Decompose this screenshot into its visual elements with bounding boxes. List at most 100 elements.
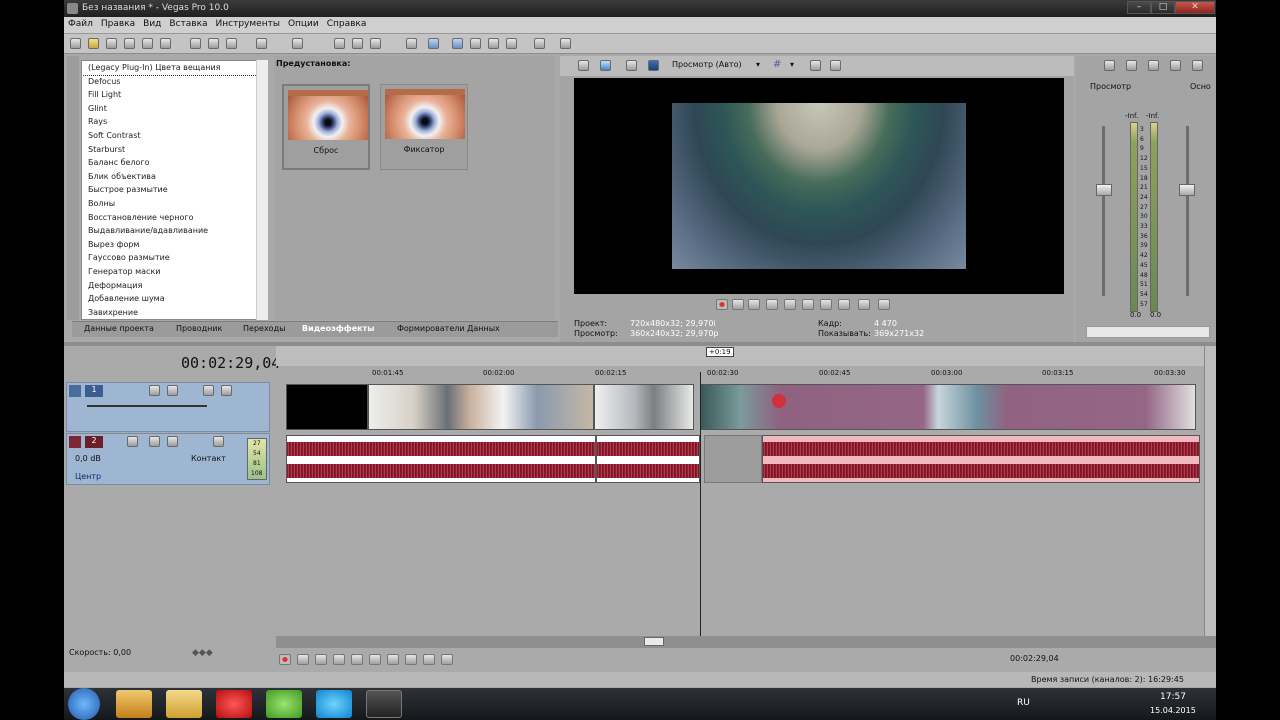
video-clip[interactable] xyxy=(594,384,694,430)
video-clip[interactable] xyxy=(700,384,1196,430)
audio-clip[interactable] xyxy=(596,435,700,483)
go-to-start-icon[interactable] xyxy=(820,299,832,310)
fader-knob-left[interactable] xyxy=(1096,184,1112,196)
new-icon[interactable] xyxy=(70,38,81,49)
preset-reset[interactable]: Сброс xyxy=(282,84,370,170)
loop-icon[interactable] xyxy=(297,654,309,665)
previous-frame-icon[interactable] xyxy=(423,654,435,665)
fx-item[interactable]: Быстрое размытие xyxy=(82,183,267,197)
speaker-icon[interactable] xyxy=(1192,60,1203,71)
tab-project-media[interactable]: Данные проекта xyxy=(84,324,154,333)
normal-edit-tool-icon[interactable] xyxy=(428,38,439,49)
explorer-icon[interactable] xyxy=(166,690,202,718)
envelope-tool-icon[interactable] xyxy=(452,38,463,49)
stop-icon[interactable] xyxy=(802,299,814,310)
fx-item[interactable]: Fill Light xyxy=(82,88,267,102)
mute-icon[interactable] xyxy=(213,436,224,447)
play-icon[interactable] xyxy=(766,299,778,310)
copy-icon[interactable] xyxy=(208,38,219,49)
audio-clip[interactable] xyxy=(286,435,596,483)
maximize-button[interactable]: □ xyxy=(1151,1,1175,14)
time-ruler[interactable]: 00:01:45 00:02:00 00:02:15 00:02:30 00:0… xyxy=(284,367,1204,381)
selection-tool-icon[interactable] xyxy=(470,38,481,49)
marker-bar[interactable]: +0:19 xyxy=(276,346,1204,366)
help-icon[interactable] xyxy=(560,38,571,49)
zoom-in-icon[interactable] xyxy=(506,38,517,49)
save-snapshot-icon[interactable] xyxy=(830,60,841,71)
clock-time[interactable]: 17:57 xyxy=(1160,692,1186,702)
fx-list-scrollbar[interactable] xyxy=(256,60,268,320)
save-as-icon[interactable] xyxy=(124,38,135,49)
fx-item[interactable]: Starburst xyxy=(82,143,267,157)
mute-icon[interactable] xyxy=(203,385,214,396)
fx-item[interactable]: Блик объектива xyxy=(82,170,267,184)
mixer-icon[interactable] xyxy=(1104,60,1115,71)
menu-options[interactable]: Опции xyxy=(284,17,323,31)
external-monitor-icon[interactable] xyxy=(600,60,611,71)
next-frame-icon[interactable] xyxy=(441,654,453,665)
fx-item[interactable]: Баланс белого xyxy=(82,156,267,170)
save-icon[interactable] xyxy=(106,38,117,49)
rate-slider-icon[interactable]: ◆◆◆ xyxy=(192,648,213,658)
preview-quality-dropdown[interactable]: Просмотр (Авто) xyxy=(672,60,742,69)
fx-icon[interactable] xyxy=(1170,60,1181,71)
menu-insert[interactable]: Вставка xyxy=(165,17,211,31)
menu-view[interactable]: Вид xyxy=(139,17,165,31)
go-to-end-icon[interactable] xyxy=(838,299,850,310)
vegas-taskbar-icon[interactable] xyxy=(366,690,402,718)
tab-video-fx[interactable]: Видеоэффекты xyxy=(302,324,374,333)
phone-app-icon[interactable] xyxy=(266,690,302,718)
track-fx-icon[interactable] xyxy=(167,385,178,396)
level-slider[interactable] xyxy=(87,405,207,407)
dim-icon[interactable] xyxy=(1148,60,1159,71)
render-icon[interactable] xyxy=(142,38,153,49)
arm-record-icon[interactable] xyxy=(127,436,138,447)
next-frame-icon[interactable] xyxy=(878,299,890,310)
video-track[interactable] xyxy=(284,382,1200,432)
cut-icon[interactable] xyxy=(190,38,201,49)
redo-icon[interactable] xyxy=(292,38,303,49)
record-icon[interactable] xyxy=(716,299,728,310)
video-track-header[interactable]: 1 xyxy=(66,382,270,432)
track-fx-icon[interactable] xyxy=(149,436,160,447)
close-button[interactable]: ✕ xyxy=(1175,1,1215,14)
split-screen-icon[interactable] xyxy=(648,60,659,71)
zoom-tool-icon[interactable] xyxy=(488,38,499,49)
fx-item[interactable]: Defocus xyxy=(82,75,267,89)
master-fader-left[interactable] xyxy=(1102,126,1105,296)
previous-frame-icon[interactable] xyxy=(858,299,870,310)
tab-explorer[interactable]: Проводник xyxy=(176,324,222,333)
auto-ripple-icon[interactable] xyxy=(352,38,363,49)
chevron-down-icon[interactable]: ▾ xyxy=(790,60,794,69)
properties-icon[interactable] xyxy=(578,60,589,71)
mixer-tab[interactable]: Осно xyxy=(1190,82,1211,91)
tab-media-generators[interactable]: Формирователи Данных xyxy=(397,324,500,333)
play-from-start-icon[interactable] xyxy=(315,654,327,665)
open-icon[interactable] xyxy=(88,38,99,49)
minimize-button[interactable]: – xyxy=(1127,1,1151,14)
fx-item[interactable]: Glint xyxy=(82,102,267,116)
skype-icon[interactable] xyxy=(316,690,352,718)
audio-clip[interactable] xyxy=(762,435,1200,483)
pause-icon[interactable] xyxy=(351,654,363,665)
loop-icon[interactable] xyxy=(732,299,744,310)
menu-help[interactable]: Справка xyxy=(323,17,371,31)
fx-item[interactable]: (Legacy Plug-In) Цвета вещания xyxy=(82,61,267,76)
language-indicator[interactable]: RU xyxy=(1017,698,1030,708)
fader-knob-right[interactable] xyxy=(1179,184,1195,196)
menu-edit[interactable]: Правка xyxy=(97,17,139,31)
fx-item[interactable]: Soft Contrast xyxy=(82,129,267,143)
fx-item[interactable]: Восстановление черного xyxy=(82,211,267,225)
menu-file[interactable]: Файл xyxy=(64,17,97,31)
scroll-thumb[interactable] xyxy=(644,637,664,646)
fx-item[interactable]: Rays xyxy=(82,115,267,129)
audio-track[interactable] xyxy=(284,433,1200,485)
automation-icon[interactable] xyxy=(167,436,178,447)
fx-name[interactable]: Контакт xyxy=(191,454,226,463)
downmix-icon[interactable] xyxy=(1126,60,1137,71)
fx-item[interactable]: Вырез форм xyxy=(82,238,267,252)
preset-fixer[interactable]: Фиксатор xyxy=(380,84,468,170)
copy-snapshot-icon[interactable] xyxy=(810,60,821,71)
start-button[interactable] xyxy=(68,688,100,720)
solo-icon[interactable] xyxy=(221,385,232,396)
